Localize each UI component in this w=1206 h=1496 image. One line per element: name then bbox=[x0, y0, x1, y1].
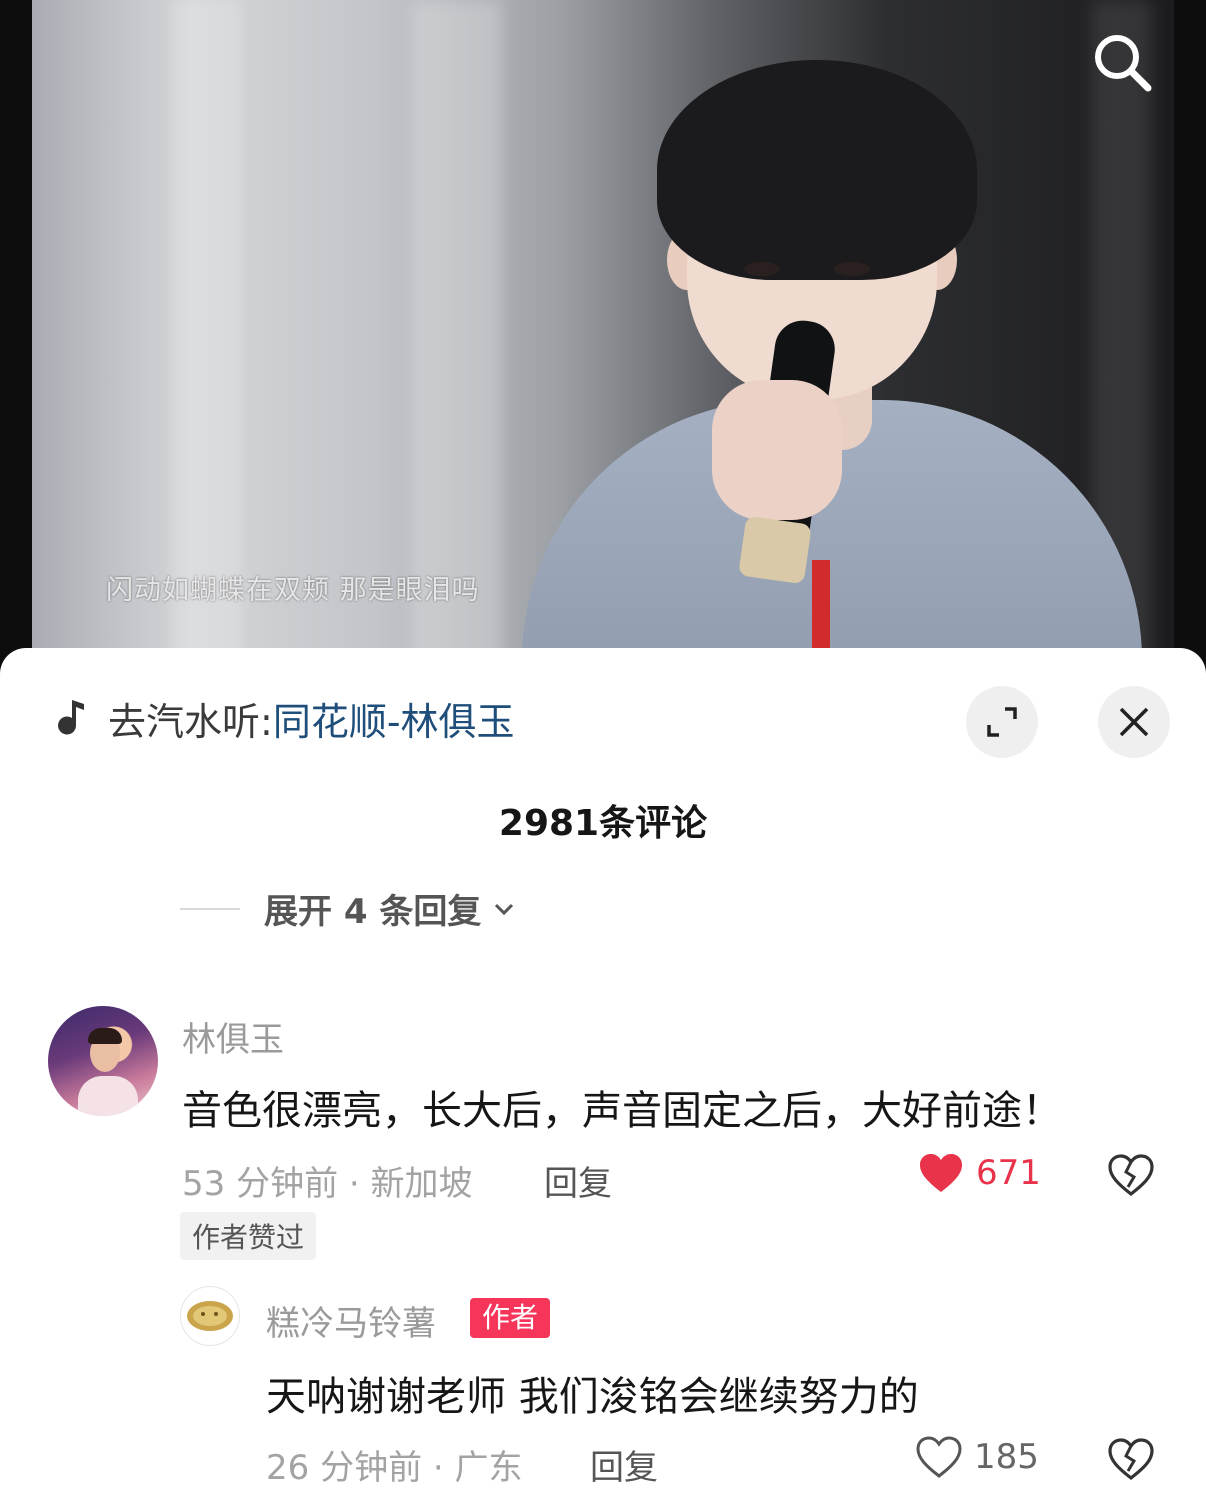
hair bbox=[657, 60, 977, 280]
heart-outline-icon bbox=[916, 1436, 962, 1478]
broken-heart-icon bbox=[1108, 1438, 1154, 1481]
eye bbox=[834, 262, 870, 276]
potato-avatar-icon bbox=[187, 1301, 233, 1331]
reply-meta: 26 分钟前 · 广东 bbox=[266, 1448, 523, 1488]
expand-replies-label: 展开 4 条回复 bbox=[264, 892, 482, 932]
divider-line bbox=[180, 907, 240, 910]
reply-button[interactable]: 回复 bbox=[544, 1156, 612, 1205]
hand bbox=[712, 380, 842, 520]
music-prefix: 去汽水听: bbox=[108, 699, 273, 744]
comment-author[interactable]: 林俱玉 bbox=[182, 1012, 284, 1061]
expand-icon bbox=[987, 707, 1017, 737]
heart-filled-icon bbox=[920, 1154, 962, 1192]
avatar[interactable] bbox=[48, 1006, 158, 1116]
singer-figure bbox=[462, 40, 1162, 700]
dislike-button[interactable] bbox=[1104, 1150, 1158, 1200]
like-button[interactable]: 671 bbox=[918, 1152, 1041, 1194]
eye bbox=[744, 262, 780, 276]
comment-sheet: 去汽水听: 同花顺-林俱玉 2981条评论 展开 4 条回复 林俱玉 音色很漂亮… bbox=[0, 648, 1206, 1496]
music-link[interactable]: 去汽水听: 同花顺-林俱玉 bbox=[50, 688, 515, 748]
reply-reply-button[interactable]: 回复 bbox=[590, 1440, 658, 1489]
author-liked-badge: 作者赞过 bbox=[180, 1212, 317, 1260]
close-button[interactable] bbox=[1098, 686, 1170, 758]
expand-replies-button[interactable]: 展开 4 条回复 bbox=[180, 884, 517, 933]
search-icon bbox=[1095, 35, 1152, 92]
expand-button[interactable] bbox=[966, 686, 1038, 758]
chevron-down-icon bbox=[491, 896, 517, 922]
avatar-figure bbox=[88, 1028, 122, 1044]
comment-count-title: 2981条评论 bbox=[498, 803, 708, 844]
video-subtitle: 闪动如蝴蝶在双颊 那是眼泪吗 bbox=[106, 575, 480, 606]
microphone-end bbox=[738, 515, 812, 585]
music-song-title[interactable]: 同花顺-林俱玉 bbox=[273, 691, 515, 746]
comment-text: 音色很漂亮，长大后，声音固定之后，大好前途！ bbox=[182, 1088, 1062, 1134]
video-player[interactable]: 闪动如蝴蝶在双颊 那是眼泪吗 bbox=[0, 0, 1206, 700]
like-count: 671 bbox=[976, 1153, 1041, 1193]
avatar-figure bbox=[78, 1076, 138, 1116]
reply-author[interactable]: 糕冷马铃薯 bbox=[266, 1296, 436, 1345]
close-icon bbox=[1119, 707, 1149, 737]
reply-text: 天呐谢谢老师 我们浚铭会继续努力的 bbox=[266, 1374, 919, 1420]
reply-avatar[interactable] bbox=[180, 1286, 240, 1346]
music-note-icon bbox=[50, 696, 94, 740]
reply-like-count: 185 bbox=[974, 1437, 1039, 1477]
comment-meta: 53 分钟前 · 新加坡 bbox=[182, 1164, 473, 1204]
broken-heart-icon bbox=[1108, 1154, 1154, 1197]
search-button[interactable] bbox=[1086, 26, 1158, 98]
author-tag: 作者 bbox=[470, 1298, 551, 1338]
reply-like-button[interactable]: 185 bbox=[916, 1436, 1039, 1478]
reply-dislike-button[interactable] bbox=[1104, 1434, 1158, 1484]
